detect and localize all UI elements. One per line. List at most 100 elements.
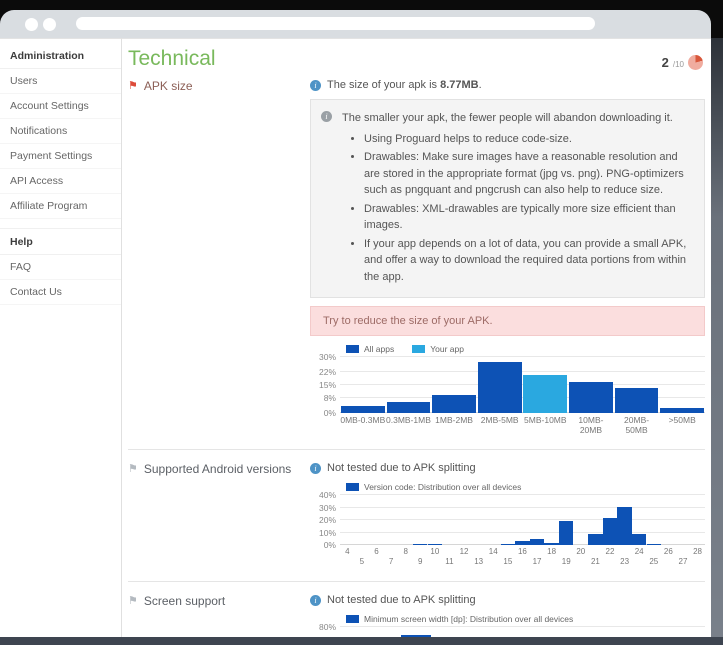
info-bullet: Drawables: XML-drawables are typically m… <box>364 201 692 234</box>
section-supported-android-versions: ⚑Supported Android versionsiNot tested d… <box>128 449 705 581</box>
y-tick-label: 0% <box>324 540 336 550</box>
status-text: Not tested due to APK splitting <box>327 462 476 474</box>
y-tick-label: 15% <box>319 380 336 390</box>
bar-slot <box>401 627 431 637</box>
bar-50mb <box>660 408 704 413</box>
x-tick-label: 0MB-0.3MB <box>340 415 386 435</box>
section-label-col: ⚑Supported Android versions <box>128 462 310 476</box>
info-box-content: The smaller your apk, the fewer people w… <box>342 110 692 285</box>
bar-chart-apk-size-distribution: All appsYour app0%8%15%22%30%0MB-0.3MB0.… <box>310 344 705 435</box>
y-tick-label: 40% <box>319 490 336 500</box>
section-label: APK size <box>144 79 193 93</box>
sidebar-item-contact-us[interactable]: Contact Us <box>0 280 121 305</box>
sidebar-item-notifications[interactable]: Notifications <box>0 119 121 144</box>
y-axis: 0%10%20%30%40% <box>310 495 340 545</box>
bar-slot <box>574 495 589 545</box>
x-tick-label: 7 <box>384 547 399 567</box>
bar-1mb-2mb <box>432 395 476 413</box>
bars <box>340 627 705 637</box>
x-tick-label: 11 <box>442 547 457 567</box>
bar-slot <box>492 627 522 637</box>
info-icon: i <box>310 595 321 606</box>
sidebar-item-affiliate-program[interactable]: Affiliate Program <box>0 194 121 219</box>
sidebar-item-users[interactable]: Users <box>0 69 121 94</box>
y-tick-label: 30% <box>319 503 336 513</box>
bar-slot <box>384 495 399 545</box>
legend-item: Your app <box>412 344 464 354</box>
x-tick-label: 27 <box>676 547 691 567</box>
bar-slot <box>690 495 705 545</box>
legend-swatch-icon <box>346 483 359 491</box>
sidebar-section-gap <box>0 219 121 229</box>
legend-item: Minimum screen width [dp]: Distribution … <box>346 614 573 624</box>
sidebar-item-faq[interactable]: FAQ <box>0 255 121 280</box>
x-tick-label: 5MB-10MB <box>523 415 569 435</box>
bar-slot <box>588 495 603 545</box>
scrollbar[interactable] <box>711 38 723 637</box>
bar-slot <box>523 357 569 413</box>
chart-legend: Minimum screen width [dp]: Distribution … <box>346 614 705 624</box>
x-tick-label: 1MB-2MB <box>431 415 477 435</box>
x-tick-label: 25 <box>646 547 661 567</box>
legend-item: Version code: Distribution over all devi… <box>346 482 521 492</box>
bar-slot <box>530 495 545 545</box>
x-tick-label: 19 <box>559 547 574 567</box>
sidebar-item-account-settings[interactable]: Account Settings <box>0 94 121 119</box>
bar-10 <box>428 544 442 545</box>
plot <box>340 627 705 637</box>
bar-20mb-50mb <box>615 388 659 413</box>
bar-slot <box>661 495 676 545</box>
x-tick-label: 20MB-50MB <box>614 415 660 435</box>
sidebar-item-payment-settings[interactable]: Payment Settings <box>0 144 121 169</box>
x-tick-label: 18 <box>544 547 559 567</box>
x-tick-label: 4 <box>340 547 355 567</box>
bar-9 <box>413 544 427 545</box>
bar-slot <box>431 627 461 637</box>
bar-slot <box>523 627 553 637</box>
x-tick-label: 26 <box>661 547 676 567</box>
chart-legend: Version code: Distribution over all devi… <box>346 482 705 492</box>
plot <box>340 357 705 413</box>
status-text: The size of your apk is 8.77MB. <box>327 79 482 91</box>
x-tick-label: 9 <box>413 547 428 567</box>
section-value-col: iThe size of your apk is 8.77MB.iThe sma… <box>310 79 705 435</box>
bar-slot <box>486 495 501 545</box>
section-row: ⚑ APK size iThe size of your apk is 8.77MB… <box>128 79 705 435</box>
bar-slot <box>369 495 384 545</box>
x-tick-label: 22 <box>603 547 618 567</box>
flag-icon: ⚑ <box>128 80 138 92</box>
x-tick-label: 6 <box>369 547 384 567</box>
bar-5mb-10mb <box>523 375 567 413</box>
x-tick-label: 8 <box>398 547 413 567</box>
info-bullet: Drawables: Make sure images have a reaso… <box>364 149 692 199</box>
section-label-col: ⚑ Screen support <box>128 594 310 608</box>
x-tick-label: 20 <box>574 547 589 567</box>
legend-label: All apps <box>364 344 394 354</box>
section-value-col: iNot tested due to APK splittingVersion … <box>310 462 705 567</box>
y-tick-label: 22% <box>319 367 336 377</box>
chart-plot-area: 0%10%20%30%40% <box>310 495 705 545</box>
sidebar-item-api-access[interactable]: API Access <box>0 169 121 194</box>
bar-slot <box>340 357 386 413</box>
x-tick-label: 21 <box>588 547 603 567</box>
bar-slot <box>644 627 674 637</box>
bar-slot <box>603 495 618 545</box>
x-tick-label: 2MB-5MB <box>477 415 523 435</box>
bar-21 <box>588 534 602 545</box>
x-tick-label: 13 <box>471 547 486 567</box>
section-row: ⚑ Screen support iNot tested due to APK sp… <box>128 594 705 637</box>
x-axis-labels: 0MB-0.3MB0.3MB-1MB1MB-2MB2MB-5MB5MB-10MB… <box>340 415 705 435</box>
status-line: iNot tested due to APK splitting <box>310 594 705 606</box>
flag-icon: ⚑ <box>128 595 138 607</box>
section-label: Screen support <box>144 594 225 608</box>
sidebar-section-header: Help <box>0 229 121 255</box>
bar-slot <box>340 495 355 545</box>
page-title: Technical <box>128 47 216 71</box>
address-bar[interactable] <box>76 17 595 30</box>
legend-label: Minimum screen width [dp]: Distribution … <box>364 614 573 624</box>
bar-0-3mb-1mb <box>387 402 431 413</box>
info-bullet: If your app depends on a lot of data, yo… <box>364 236 692 286</box>
y-tick-label: 20% <box>319 515 336 525</box>
legend-label: Version code: Distribution over all devi… <box>364 482 521 492</box>
bar-23 <box>617 507 631 545</box>
